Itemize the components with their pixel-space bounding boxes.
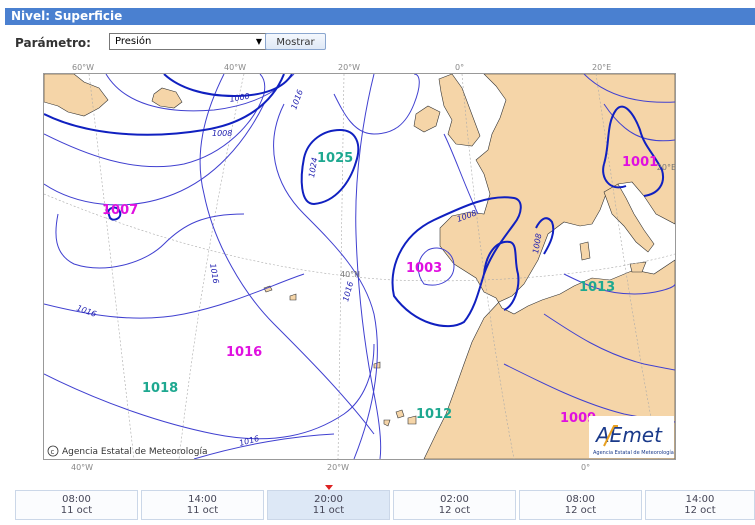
aemet-logo: AEmet Agencia Estatal de Meteorología	[589, 416, 674, 458]
page-title: Nivel: Superficie	[11, 9, 123, 23]
coord-bottom-20w: 20°W	[327, 463, 350, 472]
coord-top-60w: 60°W	[72, 63, 95, 72]
time-slot-active[interactable]: 20:00 11 oct	[267, 490, 390, 520]
credit-text: Agencia Estatal de Meteorología	[62, 447, 208, 457]
pressure-label-low: 1016	[226, 345, 262, 360]
coord-top-20e: 20°E	[592, 63, 612, 72]
coord-top-20w: 20°W	[338, 63, 361, 72]
coord-top-40w: 40°W	[224, 63, 247, 72]
show-button[interactable]: Mostrar	[265, 33, 326, 50]
isobar-label: 1000	[229, 92, 251, 104]
land-azores-2	[289, 293, 297, 301]
coord-bottom-40w: 40°W	[71, 463, 94, 472]
logo-subtitle: Agencia Estatal de Meteorología	[593, 449, 674, 456]
svg-text:c: c	[51, 448, 55, 456]
land-canary-1	[395, 409, 405, 419]
pressure-label-high: 1012	[416, 407, 452, 422]
time-slot[interactable]: 14:00 11 oct	[141, 490, 264, 520]
pressure-label-low: 1001	[622, 155, 658, 170]
land-sardinia	[579, 241, 591, 261]
land-ireland	[413, 105, 441, 133]
isobar-label: 1016	[289, 88, 304, 110]
isobar-label: 1016	[238, 434, 260, 448]
coord-top-0: 0°	[455, 63, 465, 72]
coord-lat-40n: 40°N	[340, 270, 360, 279]
land-canary-3	[383, 419, 391, 427]
land-masses	[44, 74, 675, 459]
coord-bottom-0: 0°	[581, 463, 591, 472]
isobar-label: 1016	[208, 263, 220, 285]
time-slot[interactable]: 02:00 12 oct	[393, 490, 516, 520]
parameter-select[interactable]: Presión ▼	[109, 33, 267, 50]
isobar-label: 1008	[212, 129, 232, 138]
pressure-label-high: 1018	[142, 381, 178, 396]
pressure-label-low: 1003	[406, 261, 442, 276]
pressure-label-low: 1007	[102, 203, 138, 218]
pressure-map[interactable]: 1000 1008 1016 1024 1016 1016 1008 1016 …	[43, 73, 676, 460]
time-slot[interactable]: 08:00 11 oct	[15, 490, 138, 520]
land-greenland	[44, 74, 109, 117]
pressure-label-high: 1025	[317, 151, 353, 166]
map-credit: c Agencia Estatal de Meteorología	[47, 445, 208, 457]
isobar-label: 1016	[75, 303, 97, 318]
time-slot[interactable]: 14:00 12 oct	[645, 490, 755, 520]
dropdown-arrow-icon: ▼	[255, 37, 262, 46]
header-bar: Nivel: Superficie	[5, 8, 755, 25]
parameter-select-value: Presión	[115, 36, 152, 47]
land-great-britain	[438, 74, 481, 147]
parameter-label: Parámetro:	[15, 36, 91, 50]
pressure-label-high: 1013	[579, 280, 615, 295]
coord-right-20e: 20°E	[657, 163, 675, 172]
land-iceland	[151, 87, 183, 109]
time-slot[interactable]: 08:00 12 oct	[519, 490, 642, 520]
time-selector: 08:00 11 oct 14:00 11 oct 20:00 11 oct 0…	[15, 490, 755, 520]
land-sicily	[629, 261, 647, 273]
isobar-label: 1016	[341, 281, 355, 303]
map-svg: 1000 1008 1016 1024 1016 1016 1008 1016 …	[44, 74, 675, 459]
land-canary-2	[407, 415, 417, 425]
